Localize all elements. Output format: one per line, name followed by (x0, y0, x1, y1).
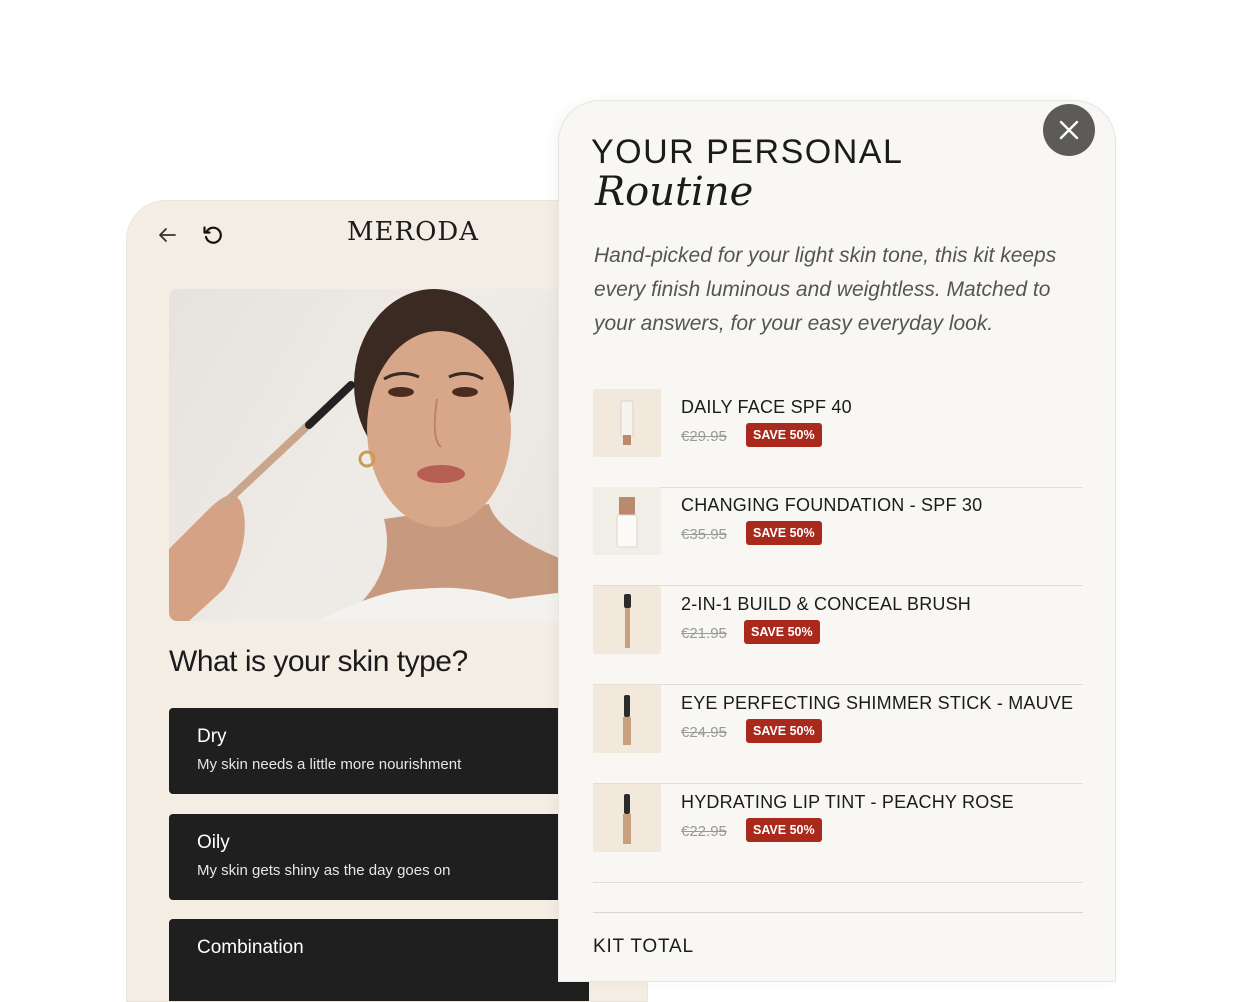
product-thumbnail (593, 685, 661, 753)
save-badge: SAVE 50% (746, 719, 822, 743)
kit-total-label: KIT TOTAL (593, 936, 694, 957)
product-thumbnail (593, 487, 661, 555)
back-arrow-icon[interactable] (155, 223, 179, 247)
brand-logo: MERODA (346, 217, 480, 247)
close-icon (1059, 120, 1079, 140)
product-item[interactable]: EYE PERFECTING SHIMMER STICK - MAUVE €24… (593, 685, 1083, 784)
product-thumbnail (593, 389, 661, 457)
product-old-price: €35.95 (681, 526, 727, 543)
product-old-price: €21.95 (681, 625, 727, 642)
routine-description: Hand-picked for your light skin tone, th… (594, 244, 1057, 335)
save-badge: SAVE 50% (746, 423, 822, 447)
save-badge: SAVE 50% (746, 818, 822, 842)
quiz-question: What is your skin type? (169, 645, 468, 678)
model-photo (169, 289, 589, 621)
product-item[interactable]: HYDRATING LIP TINT - PEACHY ROSE €22.95 … (593, 784, 1083, 883)
routine-subtitle: Routine (595, 169, 754, 215)
routine-panel: YOUR PERSONAL Routine Hand-picked for yo… (558, 100, 1116, 982)
option-title: Combination (197, 937, 304, 958)
product-old-price: €22.95 (681, 823, 727, 840)
close-button[interactable] (1043, 104, 1095, 156)
product-name: 2-IN-1 BUILD & CONCEAL BRUSH (681, 594, 971, 614)
save-badge: SAVE 50% (744, 620, 820, 644)
option-oily[interactable]: Oily My skin gets shiny as the day goes … (169, 814, 589, 900)
product-thumbnail (593, 586, 661, 654)
option-title: Dry (197, 726, 227, 747)
product-item[interactable]: 2-IN-1 BUILD & CONCEAL BRUSH €21.95 SAVE… (593, 586, 1083, 685)
option-description: My skin needs a little more nourishment (197, 756, 462, 773)
product-old-price: €29.95 (681, 428, 727, 445)
reset-icon[interactable] (201, 223, 225, 247)
product-name: EYE PERFECTING SHIMMER STICK - MAUVE (681, 693, 1074, 713)
product-name: CHANGING FOUNDATION - SPF 30 (681, 495, 983, 515)
option-dry[interactable]: Dry My skin needs a little more nourishm… (169, 708, 589, 794)
kit-divider (593, 912, 1083, 913)
option-title: Oily (197, 832, 230, 853)
product-item[interactable]: DAILY FACE SPF 40 €29.95 SAVE 50% (593, 389, 1083, 488)
product-old-price: €24.95 (681, 724, 727, 741)
product-item[interactable]: CHANGING FOUNDATION - SPF 30 €35.95 SAVE… (593, 487, 1083, 586)
save-badge: SAVE 50% (746, 521, 822, 545)
product-name: DAILY FACE SPF 40 (681, 397, 852, 417)
product-thumbnail (593, 784, 661, 852)
product-name: HYDRATING LIP TINT - PEACHY ROSE (681, 792, 1014, 812)
routine-title: YOUR PERSONAL (591, 133, 904, 171)
option-combination[interactable]: Combination (169, 919, 589, 1001)
option-description: My skin gets shiny as the day goes on (197, 862, 451, 879)
